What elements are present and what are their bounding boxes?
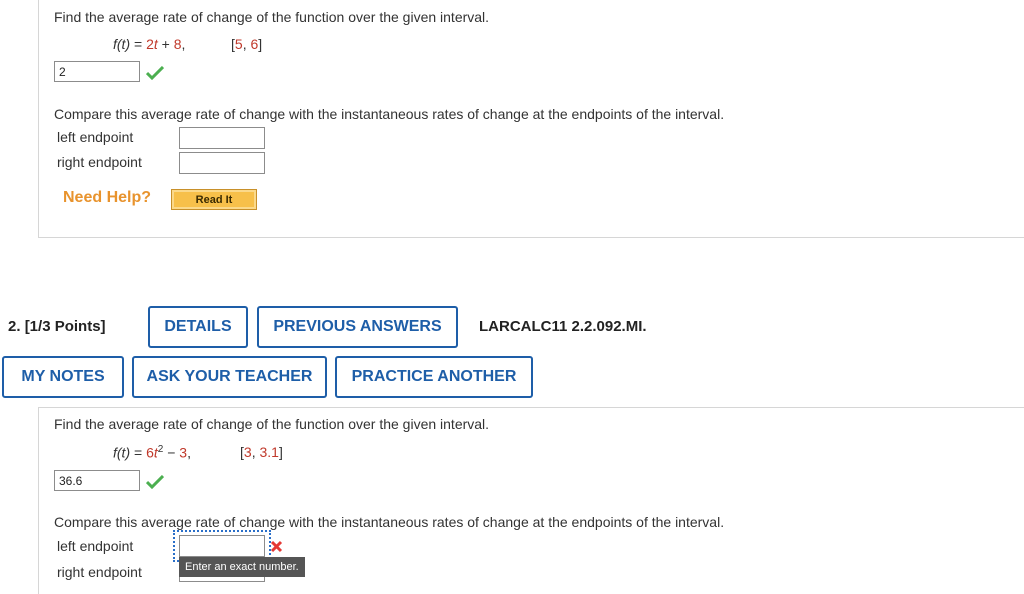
q2-right-endpoint-label: right endpoint (57, 564, 142, 580)
q2-left-endpoint-label: left endpoint (57, 538, 134, 554)
q1-right-endpoint-label: right endpoint (57, 154, 142, 170)
ask-your-teacher-button[interactable]: ASK YOUR TEACHER (132, 356, 327, 398)
q2-compare-prompt: Compare this average rate of change with… (54, 514, 725, 530)
q1-rest: + 8, (157, 36, 186, 52)
q1-coef: 2 (146, 36, 154, 52)
q2-left-endpoint-input[interactable] (179, 535, 265, 557)
q2-points: [1/3 Points] (24, 318, 106, 335)
q1-function: f(t) = 2t + 8, (113, 36, 185, 52)
my-notes-button[interactable]: MY NOTES (2, 356, 124, 398)
q2-number: 2. (8, 318, 21, 335)
input-tooltip: Enter an exact number. (179, 557, 305, 577)
q2-function: f(t) = 6t2 − 3, (113, 444, 191, 461)
q1-left-endpoint-label: left endpoint (57, 129, 134, 145)
q2-interval-b: 3.1 (259, 444, 279, 460)
q1-left-endpoint-input[interactable] (179, 127, 265, 149)
q1-compare-prompt: Compare this average rate of change with… (54, 106, 725, 122)
previous-answers-button[interactable]: PREVIOUS ANSWERS (257, 306, 458, 348)
q2-minus: − (163, 444, 180, 461)
q2-comma: , (187, 444, 191, 461)
q2-interval-a: 3 (243, 444, 252, 460)
need-help-label: Need Help? (63, 189, 152, 206)
q1-answer-input[interactable]: 2 (54, 61, 140, 82)
q2-interval-close: ] (278, 444, 283, 460)
q1-function-lhs: f(t) (113, 36, 131, 52)
incorrect-x-icon (270, 540, 283, 553)
correct-check-icon (146, 66, 164, 80)
q2-answer-input[interactable]: 36.6 (54, 470, 140, 491)
read-it-button[interactable]: Read It (171, 189, 257, 210)
q1-interval: [5, 6] (231, 36, 263, 52)
question-code: LARCALC11 2.2.092.MI. (479, 318, 647, 335)
q1-eq: = (130, 36, 147, 52)
details-button[interactable]: DETAILS (148, 306, 248, 348)
q2-function-lhs: f(t) (113, 444, 131, 461)
correct-check-icon (146, 475, 164, 489)
q2-prompt: Find the average rate of change of the f… (54, 416, 490, 432)
q1-right-endpoint-input[interactable] (179, 152, 265, 174)
q2-coef: 6 (146, 444, 154, 461)
q2-interval: [3, 3.1] (240, 444, 283, 460)
q2-const: 3 (179, 444, 188, 461)
q2-eq: = (130, 444, 147, 461)
practice-another-button[interactable]: PRACTICE ANOTHER (335, 356, 533, 398)
q1-prompt: Find the average rate of change of the f… (54, 9, 490, 25)
question-number: 2. [1/3 Points] (8, 318, 106, 335)
